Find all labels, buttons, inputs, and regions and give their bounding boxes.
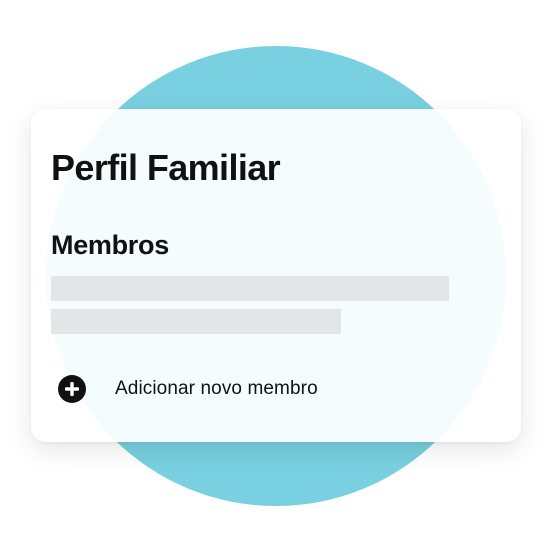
add-member-button[interactable]: Adicionar novo membro — [57, 373, 318, 405]
member-placeholder — [51, 309, 341, 334]
members-heading: Membros — [51, 230, 169, 260]
page-title: Perfil Familiar — [51, 147, 281, 188]
add-member-label: Adicionar novo membro — [115, 378, 318, 399]
member-placeholder — [51, 276, 449, 301]
plus-circle-icon — [58, 375, 86, 403]
family-profile-card: Perfil Familiar Membros Adicionar novo m… — [31, 109, 521, 442]
stage: Perfil Familiar Membros Adicionar novo m… — [0, 0, 552, 552]
